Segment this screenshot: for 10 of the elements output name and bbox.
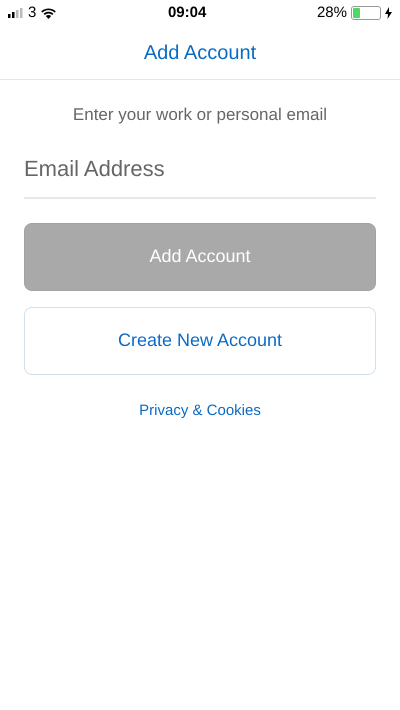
signal-icon bbox=[8, 8, 24, 18]
privacy-link[interactable]: Privacy & Cookies bbox=[139, 402, 261, 418]
prompt-text: Enter your work or personal email bbox=[72, 104, 328, 126]
wifi-icon bbox=[40, 7, 58, 19]
battery-icon bbox=[351, 6, 381, 20]
battery-percent: 28% bbox=[316, 2, 347, 23]
create-account-button[interactable]: Create New Account bbox=[24, 306, 376, 374]
carrier-label: 3 bbox=[28, 2, 36, 23]
status-time: 09:04 bbox=[168, 2, 206, 23]
header-title: Add Account bbox=[144, 40, 256, 66]
